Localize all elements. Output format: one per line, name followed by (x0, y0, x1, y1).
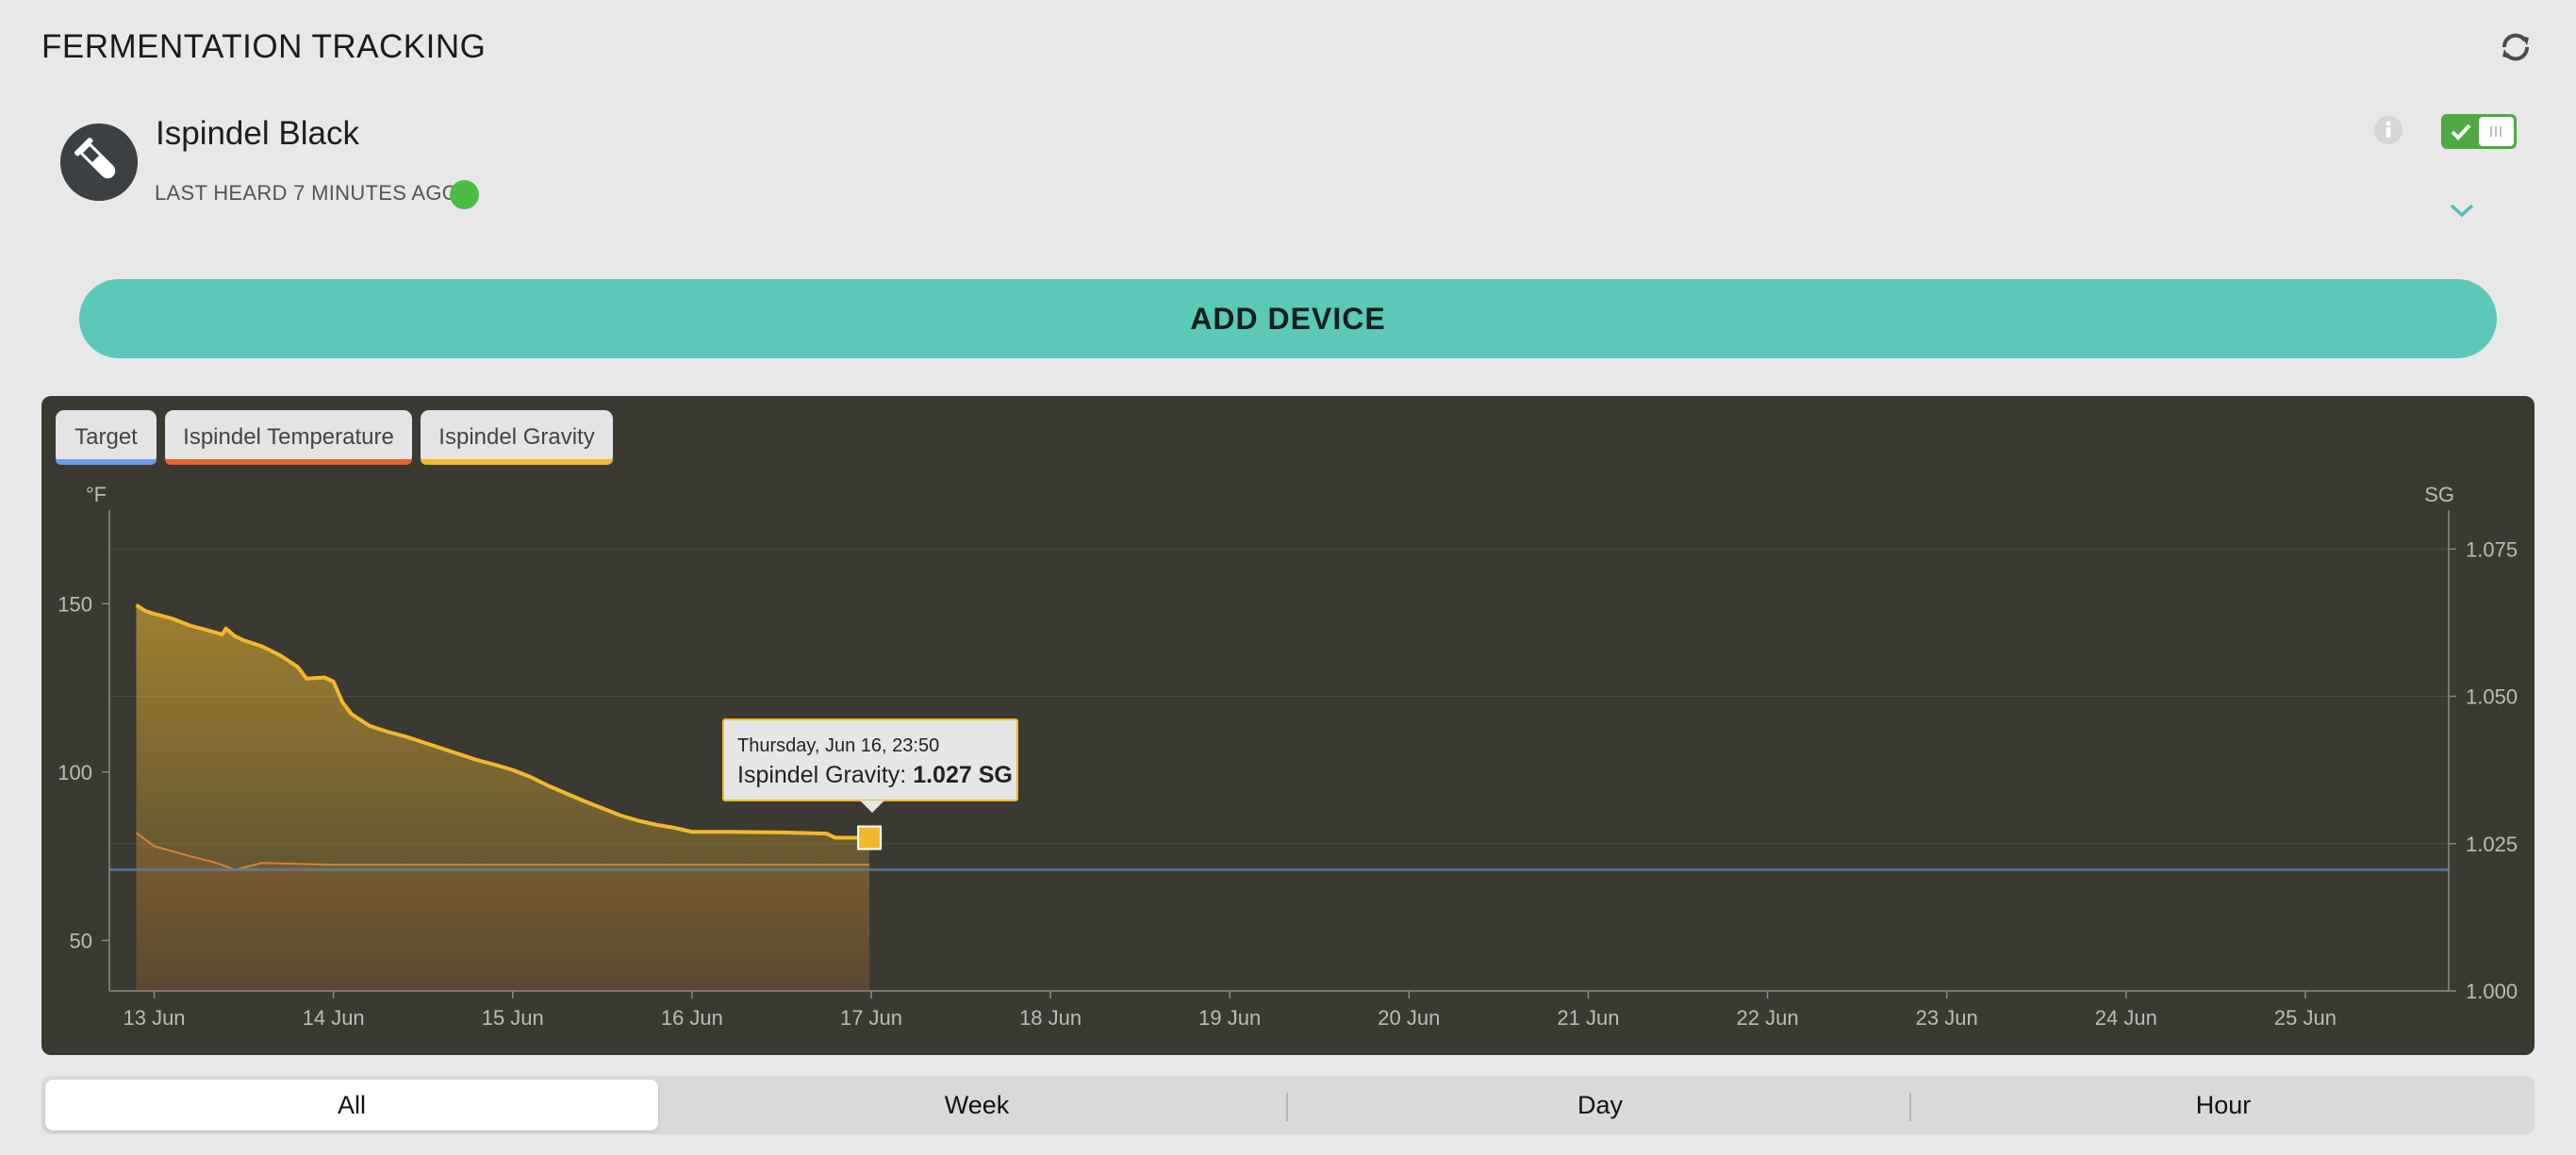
x-axis-tick-label: 23 Jun (1916, 1006, 1978, 1030)
right-axis-label: SG (2424, 483, 2454, 506)
range-divider (1286, 1093, 1288, 1121)
left-axis-label: °F (86, 483, 107, 506)
x-axis-tick-label: 20 Jun (1378, 1006, 1440, 1030)
chart-tooltip: Thursday, Jun 16, 23:50 Ispindel Gravity… (722, 718, 1018, 813)
grip-icon (2490, 126, 2502, 137)
device-name: Ispindel Black (156, 115, 359, 152)
legend-gravity-swatch (421, 459, 613, 465)
range-day-tab[interactable]: Day (1294, 1080, 1907, 1130)
left-axis-tick-label: 100 (58, 761, 92, 784)
x-axis-tick-label: 15 Jun (482, 1006, 544, 1030)
range-week-tab[interactable]: Week (670, 1080, 1283, 1130)
tooltip-value-line: Ispindel Gravity: 1.027 SG (737, 762, 1013, 788)
legend-gravity-label: Ispindel Gravity (438, 424, 595, 450)
x-axis-tick-label: 22 Jun (1737, 1006, 1799, 1030)
device-enabled-toggle[interactable] (2441, 114, 2517, 149)
legend-temperature-swatch (165, 459, 412, 465)
x-axis-tick-label: 19 Jun (1198, 1006, 1261, 1030)
range-all-tab[interactable]: All (45, 1080, 658, 1130)
time-range-selector: All Week Day Hour (41, 1076, 2535, 1134)
page-title: FERMENTATION TRACKING (41, 28, 487, 65)
x-axis-tick-label: 25 Jun (2274, 1006, 2337, 1030)
chevron-down-icon[interactable] (2448, 201, 2476, 220)
tooltip-series-name: Ispindel Gravity (737, 762, 900, 788)
range-hour-tab[interactable]: Hour (1917, 1080, 2530, 1130)
legend-temperature-label: Ispindel Temperature (183, 424, 394, 450)
legend-target-swatch (56, 459, 157, 465)
x-axis-tick-label: 24 Jun (2095, 1006, 2157, 1030)
range-divider (1909, 1093, 1911, 1121)
tooltip-value: 1.027 SG (913, 762, 1013, 788)
test-tube-icon (60, 124, 138, 201)
x-axis-tick-label: 13 Jun (123, 1006, 185, 1030)
add-device-button[interactable]: ADD DEVICE (79, 279, 2497, 358)
info-icon[interactable] (2373, 115, 2403, 145)
legend-target-button[interactable]: Target (56, 410, 157, 465)
right-axis-tick-label: 1.050 (2466, 685, 2518, 709)
refresh-icon[interactable] (2497, 28, 2535, 66)
legend-target-label: Target (74, 424, 138, 450)
tooltip-date: Thursday, Jun 16, 23:50 (737, 735, 940, 756)
legend-gravity-button[interactable]: Ispindel Gravity (421, 410, 613, 465)
check-icon (2451, 124, 2471, 140)
last-heard-status: LAST HEARD 7 MINUTES AGO (155, 181, 459, 205)
toggle-knob (2479, 117, 2514, 146)
x-axis-tick-label: 17 Jun (840, 1006, 902, 1030)
x-axis-tick-label: 21 Jun (1557, 1006, 1619, 1030)
x-axis-tick-label: 14 Jun (303, 1006, 365, 1030)
legend-temperature-button[interactable]: Ispindel Temperature (165, 410, 412, 465)
right-axis-tick-label: 1.075 (2466, 537, 2518, 561)
left-axis-tick-label: 150 (58, 592, 92, 616)
tooltip-marker (857, 825, 883, 850)
right-axis-tick-label: 1.025 (2466, 833, 2518, 856)
left-axis-tick-label: 50 (70, 929, 92, 952)
tooltip-arrow (860, 800, 884, 813)
fermentation-chart[interactable]: 50 100 150 °F 1.000 1.025 1.050 1.075 SG 13 Jun 14… (41, 396, 2535, 1055)
x-axis-tick-label: 18 Jun (1019, 1006, 1082, 1030)
x-axis-tick-label: 16 Jun (661, 1006, 723, 1030)
online-status-indicator (450, 180, 479, 209)
right-axis-tick-label: 1.000 (2466, 980, 2518, 1003)
